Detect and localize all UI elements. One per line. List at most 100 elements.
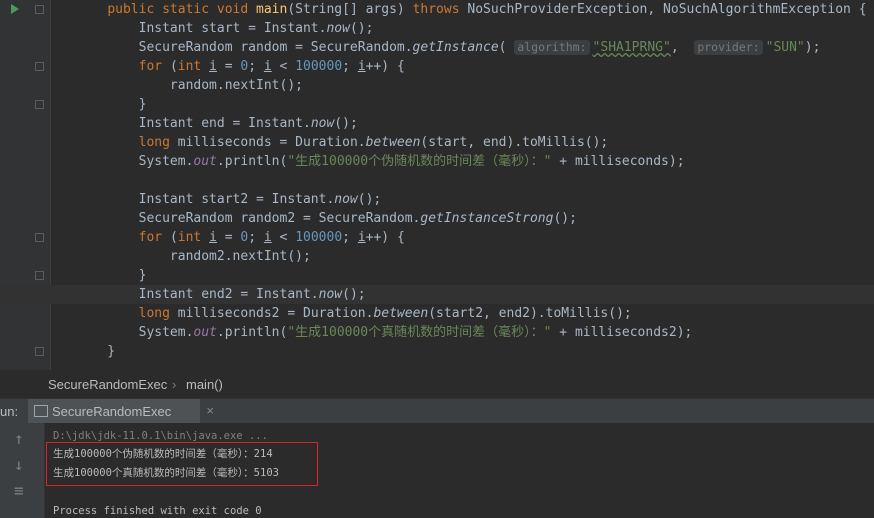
code-text: System.out.println("生成100000个真随机数的时间差（毫秒… [76,323,693,342]
console-command-line: D:\jdk\jdk-11.0.1\bin\java.exe ... [53,430,268,442]
breadcrumb-method[interactable]: main() [186,377,223,392]
code-line[interactable]: } [0,342,874,361]
code-line[interactable]: SecureRandom random = SecureRandom.getIn… [0,38,874,57]
code-line[interactable]: System.out.println("生成100000个伪随机数的时间差（毫秒… [0,152,874,171]
tab-secure-random-exec[interactable]: SecureRandomExec × [28,399,214,423]
code-token: random2.nextInt(); [76,249,311,264]
code-token: Instant start = Instant. [76,21,327,36]
code-token: i [263,59,272,74]
code-text: for (int i = 0; i < 100000; i++) { [76,57,405,76]
code-text: } [76,342,115,361]
code-token: ); [804,40,821,55]
breadcrumb-class[interactable]: SecureRandomExec [48,377,167,392]
code-token: random.nextInt(); [76,78,303,93]
code-token: .println( [216,154,288,169]
code-line[interactable]: SecureRandom random2 = SecureRandom.getI… [0,209,874,228]
code-token: milliseconds2 = Duration. [177,306,374,321]
code-token: ; [248,230,264,245]
code-token: out [193,154,217,169]
code-token: i [357,59,366,74]
code-text: Instant start2 = Instant.now(); [76,190,382,209]
code-token: milliseconds = Duration. [177,135,366,150]
code-line[interactable]: } [0,95,874,114]
code-token: for [138,59,170,74]
code-text: SecureRandom random2 = SecureRandom.getI… [76,209,577,228]
code-token: "生成100000个伪随机数的时间差（毫秒）：" [287,154,552,169]
code-line[interactable]: Instant end2 = Instant.now(); [0,285,874,304]
code-token: SecureRandom random2 = SecureRandom. [76,211,421,226]
highlight-box [46,442,318,486]
code-editor[interactable]: public static void main(String[] args) t… [0,0,874,370]
code-text: Instant end2 = Instant.now(); [76,285,366,304]
code-token: = [216,59,241,74]
close-icon[interactable]: × [206,403,214,418]
code-token: (); [349,21,374,36]
code-token: i [209,230,217,245]
code-token: now [326,21,350,36]
code-token: + milliseconds); [551,154,685,169]
code-text: Instant end = Instant.now(); [76,114,358,133]
code-token: .println( [216,325,288,340]
code-token: i [209,59,217,74]
code-line[interactable]: Instant end = Instant.now(); [0,114,874,133]
code-token: "SUN" [765,40,805,55]
code-token: int [177,59,210,74]
code-line[interactable]: Instant start = Instant.now(); [0,19,874,38]
code-token: long [138,135,178,150]
code-line[interactable]: random2.nextInt(); [0,247,874,266]
console-icon [34,405,48,417]
code-token: throws [412,2,468,17]
code-text: System.out.println("生成100000个伪随机数的时间差（毫秒… [76,152,685,171]
parameter-hint: provider: [694,40,763,55]
code-token: out [193,325,217,340]
code-token: ( [169,230,178,245]
code-token: ++) { [365,230,405,245]
code-line[interactable]: long milliseconds2 = Duration.between(st… [0,304,874,323]
arrow-up-icon[interactable]: ↑ [14,431,24,447]
code-token: ( [498,40,515,55]
soft-wrap-icon[interactable]: ≡ [14,483,24,499]
code-token: i [357,230,366,245]
code-line[interactable]: } [0,266,874,285]
breadcrumb: SecureRandomExec › main() [0,372,874,396]
code-token: main [256,2,288,17]
code-line[interactable]: for (int i = 0; i < 100000; i++) { [0,228,874,247]
code-token: < [271,59,296,74]
code-text: } [76,266,147,285]
code-token: (); [334,116,358,131]
code-line[interactable] [0,171,874,190]
code-token: ++) { [365,59,405,74]
code-line[interactable]: long milliseconds = Duration.between(sta… [0,133,874,152]
console-toolbar: ↑ ↓ ≡ [0,423,45,518]
code-token: (); [357,192,382,207]
code-token: between [365,135,421,150]
code-token: "SHA1PRNG" [592,40,671,55]
code-token: Instant end = Instant. [76,116,311,131]
code-line[interactable]: for (int i = 0; i < 100000; i++) { [0,57,874,76]
console-panel: ↑ ↓ ≡ D:\jdk\jdk-11.0.1\bin\java.exe ...… [0,423,874,518]
parameter-hint: algorithm: [514,40,590,55]
code-token: ( [169,59,178,74]
code-token: } [76,268,147,283]
code-token: (); [342,287,366,302]
code-token: now [334,192,358,207]
code-line[interactable]: System.out.println("生成100000个真随机数的时间差（毫秒… [0,323,874,342]
code-token: System. [76,325,194,340]
code-token: int [177,230,210,245]
code-token: getInstanceStrong [420,211,554,226]
code-text: long milliseconds = Duration.between(sta… [76,133,609,152]
code-token: ; [248,59,264,74]
code-token: 100000 [295,59,343,74]
code-token: (start, end).toMillis(); [420,135,609,150]
code-line[interactable]: Instant start2 = Instant.now(); [0,190,874,209]
code-line[interactable]: public static void main(String[] args) t… [0,0,874,19]
code-line[interactable]: random.nextInt(); [0,76,874,95]
arrow-down-icon[interactable]: ↓ [14,457,24,473]
code-token: < [271,230,296,245]
code-text: random2.nextInt(); [76,247,311,266]
console-exit-line: Process finished with exit code 0 [53,505,262,517]
